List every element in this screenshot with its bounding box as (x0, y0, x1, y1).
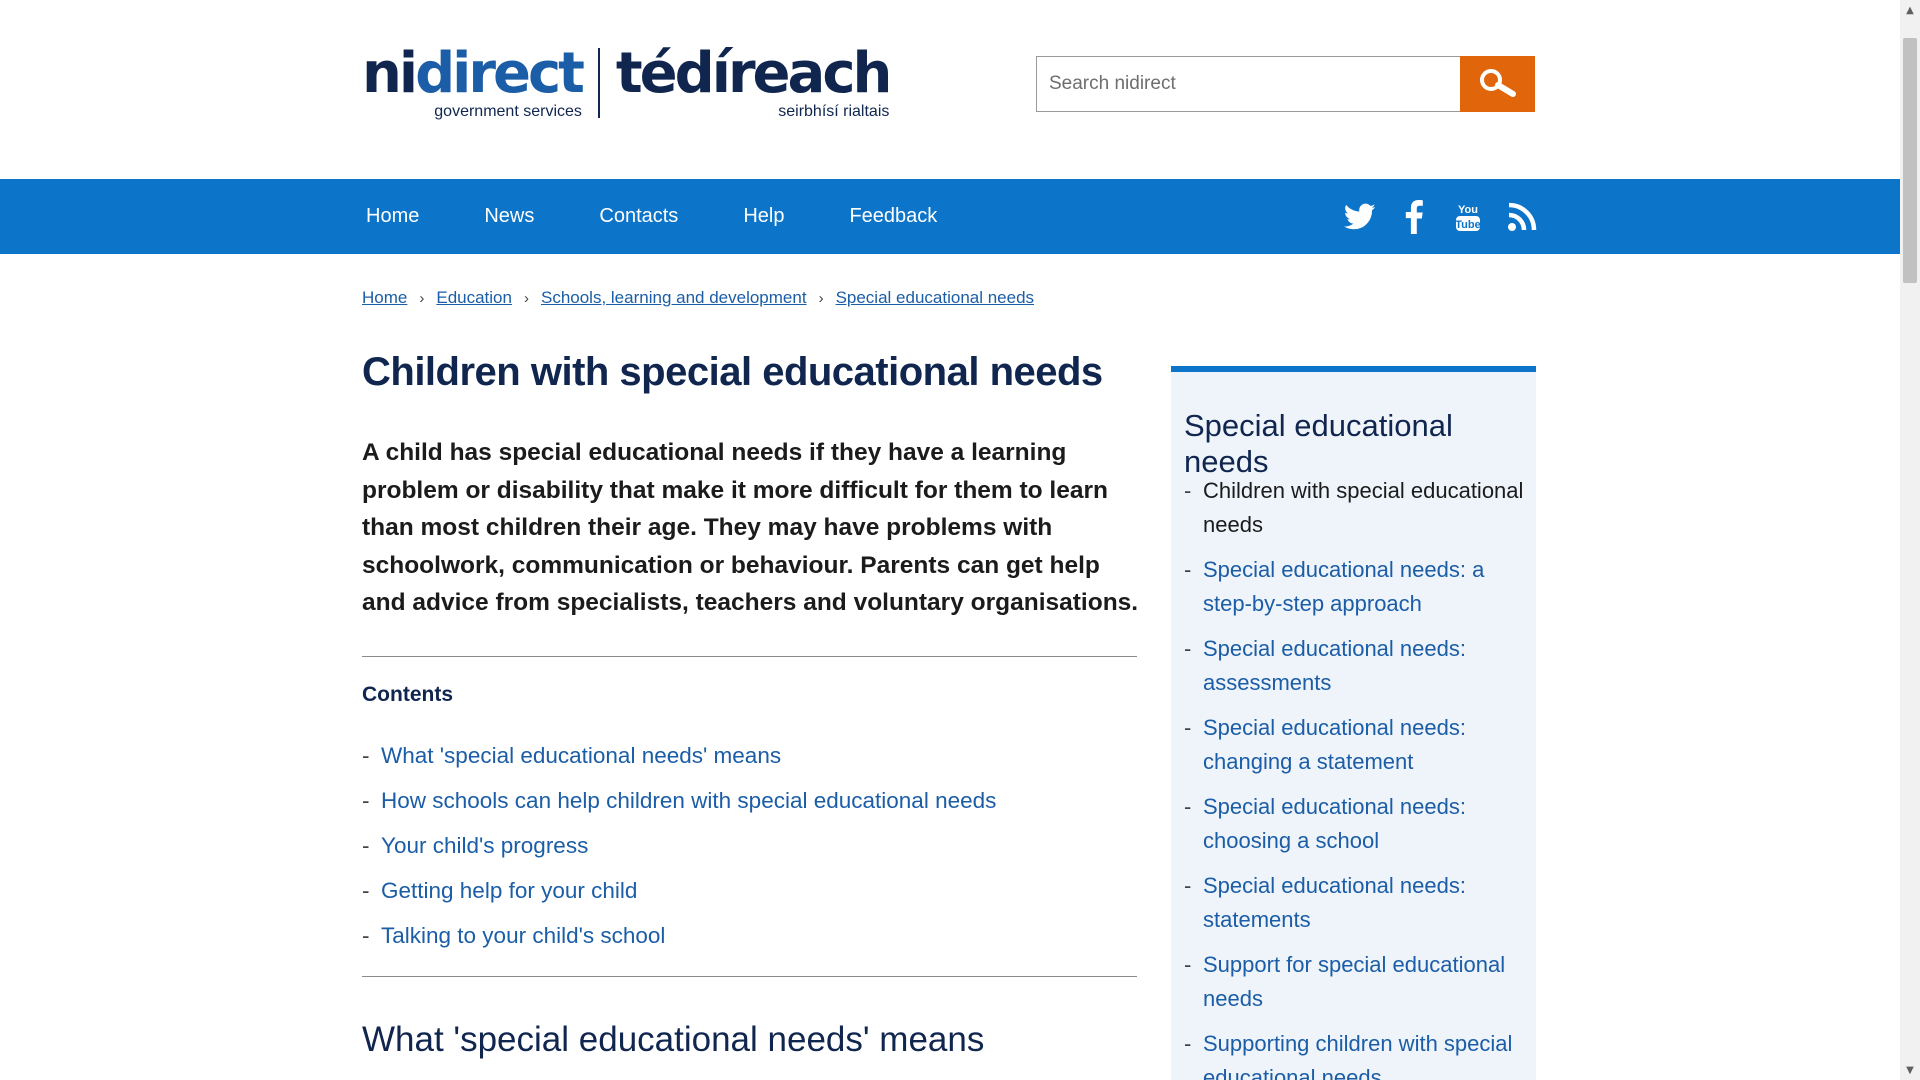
page: nidirect government services tédíreach s… (0, 0, 1900, 1080)
logo-english: nidirect government services (362, 46, 585, 120)
logo-wordmark-english: direct (415, 41, 585, 106)
list-item: - Support for special educational needs (1184, 948, 1524, 1016)
contents-link[interactable]: Your child's progress (381, 833, 588, 859)
sidebar-item-current: - Children with special educational needs (1184, 474, 1524, 542)
list-item: - Getting help for your child (362, 868, 996, 913)
sidebar-link[interactable]: Support for special educational needs (1203, 948, 1524, 1016)
nav-item-feedback[interactable]: Feedback (845, 205, 941, 228)
intro-summary: A child has special educational needs if… (362, 439, 1139, 616)
site-logo[interactable]: nidirect government services tédíreach s… (362, 46, 892, 120)
list-dash: - (362, 787, 370, 813)
nav-links: Home News Contacts Help Feedback (362, 179, 998, 254)
contents-link[interactable]: What 'special educational needs' means (381, 743, 781, 769)
list-dash: - (1184, 1031, 1192, 1056)
breadcrumb-separator-icon: › (419, 289, 425, 307)
list-dash: - (362, 832, 370, 858)
list-item: - Supporting children with special educat… (1184, 1027, 1524, 1080)
breadcrumb-schools[interactable]: Schools, learning and development (541, 288, 807, 308)
nav-item-contacts[interactable]: Contacts (595, 205, 682, 228)
list-dash: - (1184, 636, 1192, 661)
list-dash: - (362, 742, 370, 768)
breadcrumb: Home › Education › Schools, learning and… (362, 288, 1034, 308)
section-heading: What 'special educational needs' means (362, 1020, 985, 1059)
sidebar-link[interactable]: Special educational needs: choosing a sc… (1203, 790, 1524, 858)
scroll-up-arrow-icon[interactable]: ▲ (1900, 0, 1920, 20)
nav-item-news[interactable]: News (480, 205, 538, 228)
breadcrumb-separator-icon: › (818, 289, 824, 307)
list-item: - Special educational needs: statements (1184, 869, 1524, 937)
facebook-icon[interactable] (1398, 199, 1430, 234)
divider (362, 976, 1137, 977)
sidebar-title: Special educational needs (1184, 408, 1453, 479)
list-dash: - (1184, 794, 1192, 819)
page-title: Children with special educational needs (362, 350, 1103, 394)
contents-heading: Contents (362, 683, 453, 706)
svg-text:You: You (1458, 204, 1478, 216)
twitter-icon[interactable] (1344, 201, 1376, 233)
list-dash: - (1184, 715, 1192, 740)
sidebar-item-label: Children with special educational needs (1203, 478, 1524, 537)
list-item: - Special educational needs: choosing a s… (1184, 790, 1524, 858)
list-dash: - (1184, 952, 1192, 977)
youtube-icon[interactable]: You Tube (1452, 201, 1484, 233)
logo-divider (597, 48, 600, 118)
contents-list: - What 'special educational needs' means … (362, 733, 996, 958)
scroll-down-arrow-icon[interactable]: ▼ (1900, 1060, 1920, 1080)
vertical-scrollbar[interactable]: ▲ ▼ (1900, 0, 1920, 1080)
list-dash: - (1184, 873, 1192, 898)
search-form (1036, 56, 1535, 112)
nav-item-home[interactable]: Home (362, 205, 423, 228)
sidebar-link[interactable]: Special educational needs: a step-by-ste… (1203, 553, 1524, 621)
contents-link[interactable]: How schools can help children with speci… (381, 788, 996, 814)
list-item: - Talking to your child's school (362, 913, 996, 958)
sidebar-link[interactable]: Special educational needs: statements (1203, 869, 1524, 937)
nav-item-help[interactable]: Help (739, 205, 788, 228)
logo-irish: tédíreach seirbhísí rialtais (616, 46, 892, 120)
related-sidebar: Special educational needs - Children with… (1171, 366, 1536, 1080)
search-input[interactable] (1036, 56, 1460, 112)
logo-tagline-irish: seirbhísí rialtais (778, 103, 890, 120)
search-button[interactable] (1460, 56, 1535, 112)
magnifier-icon (1479, 68, 1517, 101)
main-nav: Home News Contacts Help Feedback You Tub… (0, 179, 1900, 254)
list-dash: - (362, 922, 370, 948)
divider (362, 656, 1137, 657)
list-dash: - (1184, 478, 1192, 503)
list-dash: - (362, 877, 370, 903)
list-item: - Special educational needs: changing a s… (1184, 711, 1524, 779)
sidebar-link[interactable]: Special educational needs: assessments (1203, 632, 1524, 700)
social-links: You Tube (1344, 179, 1538, 254)
list-dash: - (1184, 557, 1192, 582)
list-item: - Special educational needs: a step-by-st… (1184, 553, 1524, 621)
contents-link[interactable]: Getting help for your child (381, 878, 637, 904)
logo-tagline-english: government services (434, 103, 582, 120)
contents-link[interactable]: Talking to your child's school (381, 923, 665, 949)
logo-prefix: ni (362, 41, 418, 106)
sidebar-list: - Children with special educational needs… (1184, 474, 1524, 1080)
list-item: - Your child's progress (362, 823, 996, 868)
breadcrumb-home[interactable]: Home (362, 288, 407, 308)
breadcrumb-special-educational-needs[interactable]: Special educational needs (836, 288, 1034, 308)
logo-wordmark-irish: tédíreach (615, 41, 892, 106)
svg-text:Tube: Tube (1455, 219, 1480, 231)
list-item: - How schools can help children with spec… (362, 778, 996, 823)
sidebar-link[interactable]: Supporting children with special educati… (1203, 1027, 1524, 1080)
sidebar-link[interactable]: Special educational needs: changing a st… (1203, 711, 1524, 779)
breadcrumb-separator-icon: › (523, 289, 529, 307)
scrollbar-thumb[interactable] (1903, 38, 1917, 283)
rss-icon[interactable] (1506, 201, 1538, 233)
list-item: - What 'special educational needs' means (362, 733, 996, 778)
list-item: - Special educational needs: assessments (1184, 632, 1524, 700)
breadcrumb-education[interactable]: Education (436, 288, 512, 308)
